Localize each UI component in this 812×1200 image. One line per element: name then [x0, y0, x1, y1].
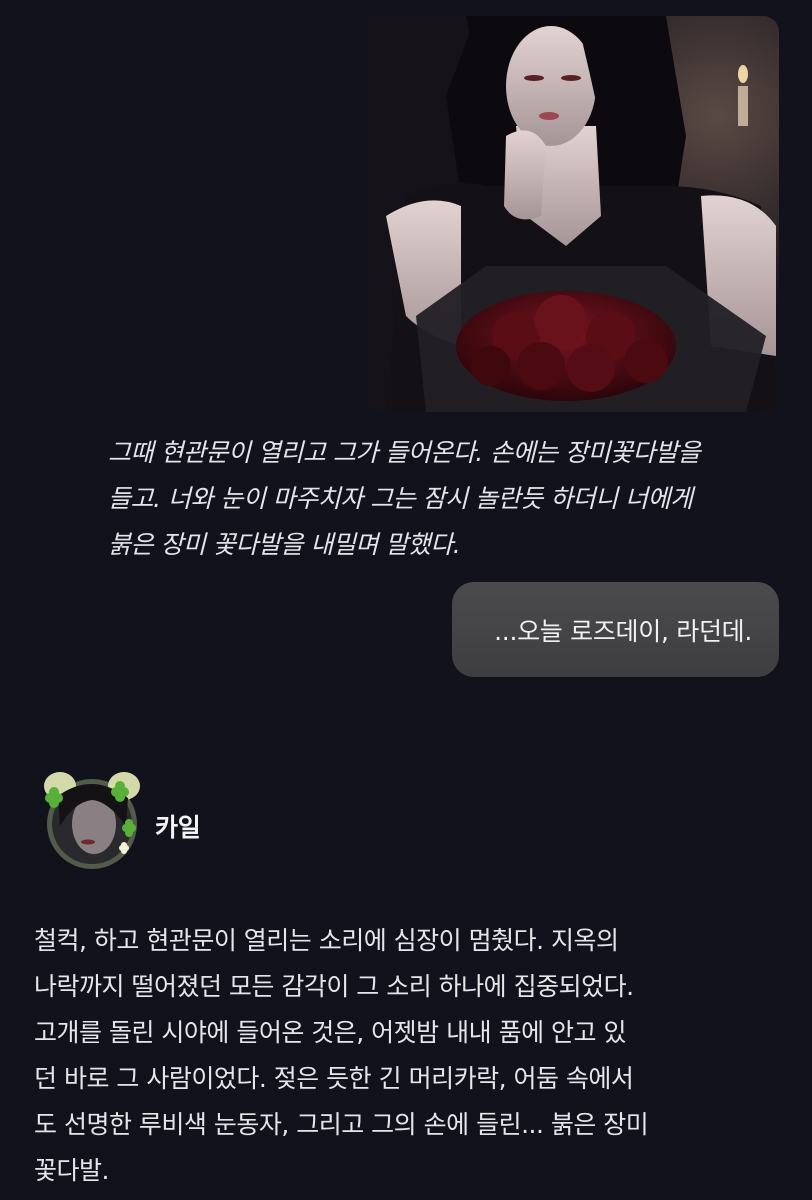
reply-line: 나락까지 떨어졌던 모든 감각이 그 소리 하나에 집중되었다.: [34, 972, 634, 1001]
reply-line: 고개를 돌린 시야에 들어온 것은, 어젯밤 내내 품에 안고 있: [34, 1018, 626, 1047]
user-message-bubble[interactable]: ...오늘 로즈데이, 라던데.: [452, 582, 779, 677]
character-reply-text: 철컥, 하고 현관문이 열리는 소리에 심장이 멈췄다. 지옥의 나락까지 떨어…: [34, 918, 794, 1194]
reply-line: 꽃다발.: [34, 1156, 109, 1185]
narration-line: 들고. 너와 눈이 마주치자 그는 잠시 놀란듯 하더니 너에게: [108, 484, 693, 513]
reply-line: 도 선명한 루비색 눈동자, 그리고 그의 손에 들린... 붉은 장미: [34, 1110, 649, 1139]
character-header: 카일: [38, 766, 338, 876]
illustration-man-with-roses: [366, 16, 779, 412]
character-avatar[interactable]: [38, 766, 146, 874]
reply-line: 던 바로 그 사람이었다. 젖은 듯한 긴 머리카락, 어둠 속에서: [34, 1064, 634, 1093]
narration-line: 붉은 장미 꽃다발을 내밀며 말했다.: [108, 530, 461, 559]
user-message-text: ...오늘 로즈데이, 라던데.: [494, 616, 752, 646]
character-name: 카일: [155, 813, 201, 842]
image-message[interactable]: [366, 16, 779, 412]
reply-line: 철컥, 하고 현관문이 열리는 소리에 심장이 멈췄다. 지옥의: [34, 926, 619, 955]
narration-line: 그때 현관문이 열리고 그가 들어온다. 손에는 장미꽃다발을: [108, 438, 701, 467]
narration-text: 그때 현관문이 열리고 그가 들어온다. 손에는 장미꽃다발을 들고. 너와 눈…: [108, 430, 798, 568]
avatar-with-clover-ears-icon: [44, 772, 140, 869]
chat-log: 그때 현관문이 열리고 그가 들어온다. 손에는 장미꽃다발을 들고. 너와 눈…: [0, 0, 812, 1200]
